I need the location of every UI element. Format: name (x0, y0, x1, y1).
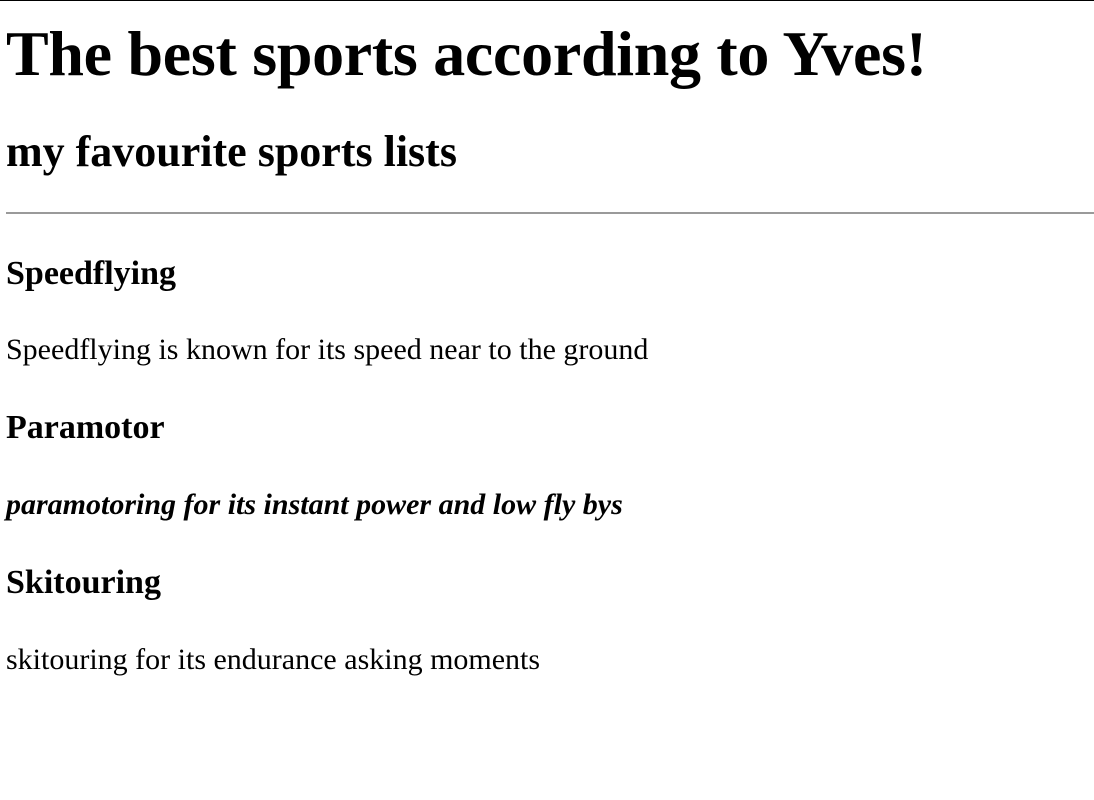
sport-heading: Skitouring (6, 564, 161, 601)
sport-description: Speedflying is known for its speed near … (6, 333, 649, 366)
sport-description: skitouring for its endurance asking mome… (6, 643, 541, 676)
sport-description: paramotoring for its instant power and l… (6, 488, 623, 521)
page-content: The best sports according to Yves! my fa… (0, 0, 1094, 678)
sport-section-paramotor: Paramotor paramotoring for its instant p… (6, 368, 1094, 523)
sport-section-speedflying: Speedflying Speedflying is known for its… (6, 214, 1094, 368)
sport-section-skitouring: Skitouring skitouring for its endurance … (6, 523, 1094, 678)
page-subtitle: my favourite sports lists (6, 127, 457, 176)
page-title: The best sports according to Yves! (6, 18, 927, 89)
sport-heading: Paramotor (6, 409, 165, 446)
sport-heading: Speedflying (6, 255, 177, 292)
